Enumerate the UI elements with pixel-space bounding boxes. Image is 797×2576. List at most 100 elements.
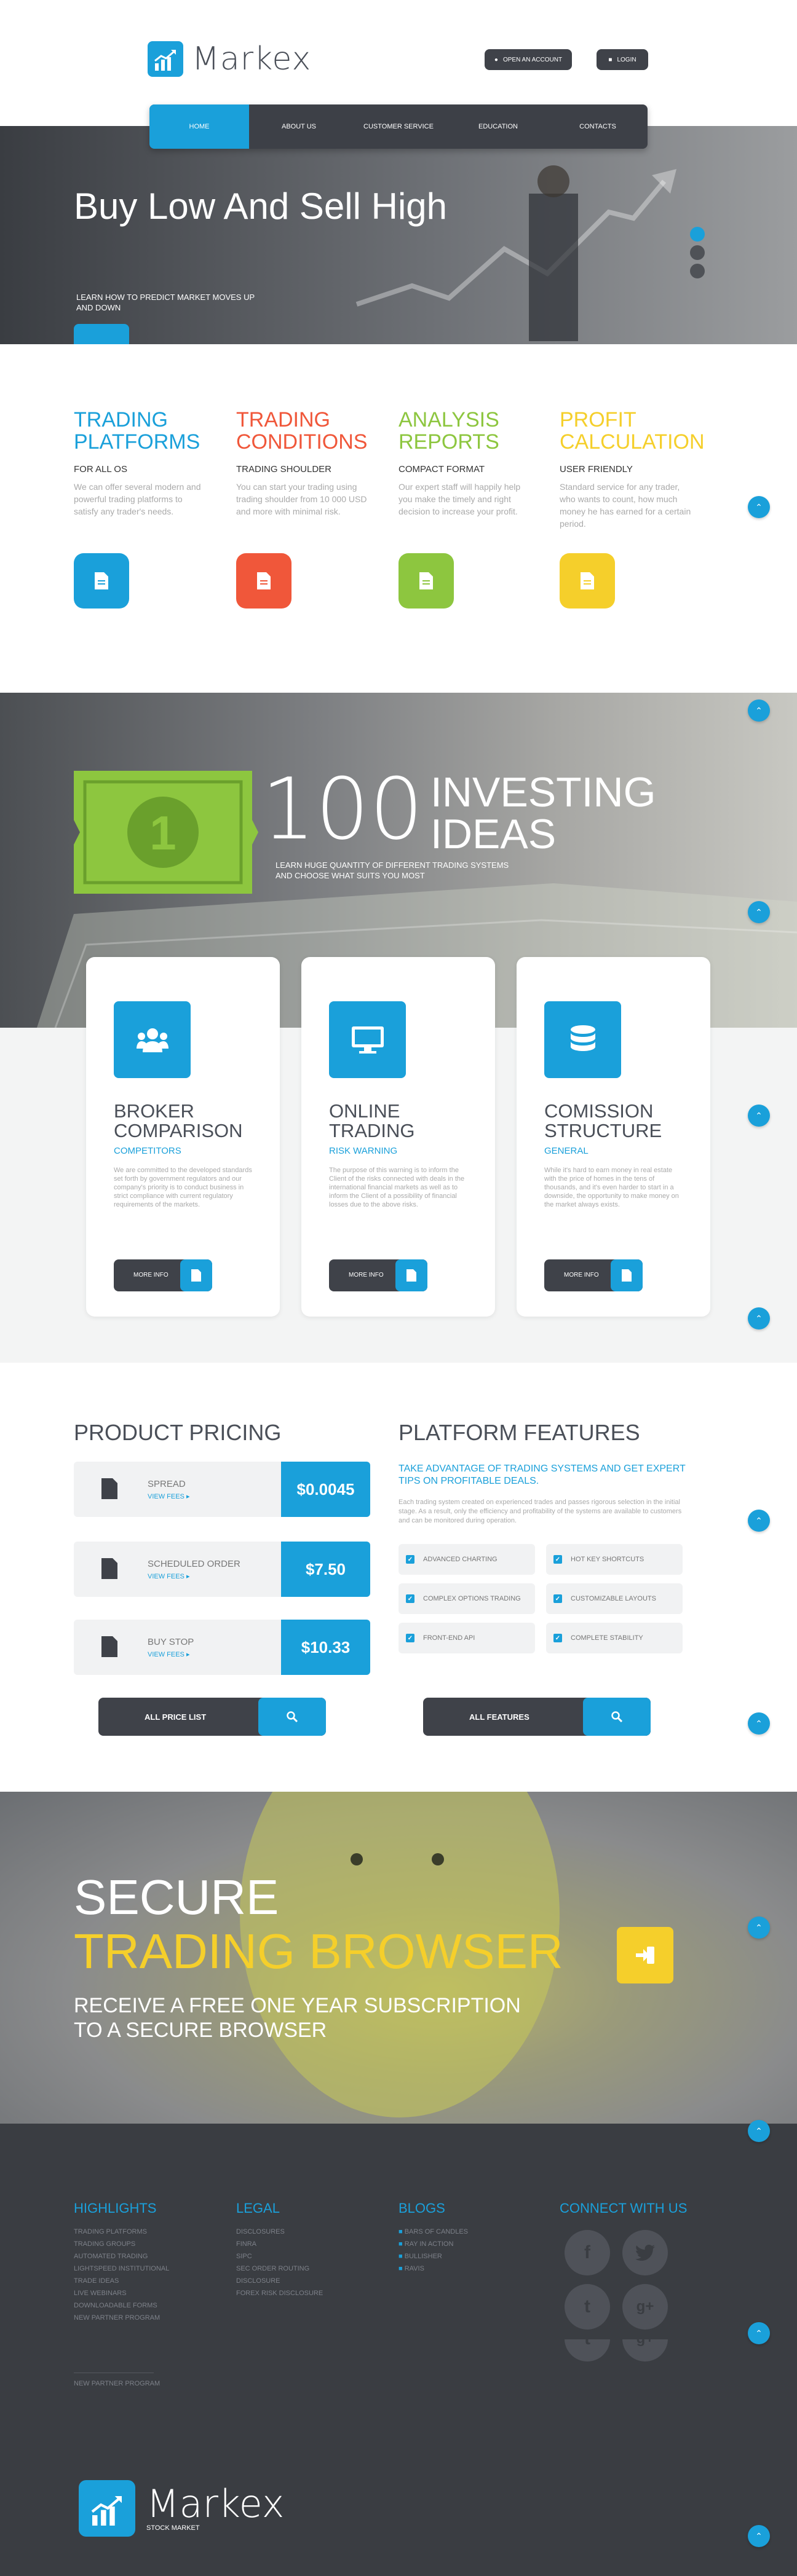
google-plus-icon[interactable]: g+	[622, 2284, 668, 2330]
footer-link[interactable]: AUTOMATED TRADING	[74, 2253, 148, 2260]
google-plus-icon[interactable]: g+	[622, 2339, 668, 2361]
more-info-button[interactable]: MORE INFO	[329, 1259, 427, 1291]
secure-browser-banner: SECURE TRADING BROWSER RECEIVE A FREE ON…	[0, 1792, 797, 2124]
footer-blog-label: RAVIS	[404, 2265, 424, 2272]
footer-blog-link[interactable]: ■ BULLISHER	[398, 2253, 442, 2260]
footer-link[interactable]: DISCLOSURE	[236, 2277, 280, 2285]
chevron-up-icon: ⌃	[755, 2328, 763, 2338]
open-account-button[interactable]: ● OPEN AN ACCOUNT	[485, 49, 572, 70]
login-button[interactable]: ■ LOGIN	[597, 49, 648, 70]
feature-title: TRADING PLATFORMS	[74, 408, 200, 454]
slider-dot-3[interactable]	[690, 264, 705, 278]
platform-title: PLATFORM FEATURES	[398, 1420, 640, 1445]
chevron-up-icon: ⌃	[755, 2125, 763, 2136]
more-info-label: MORE INFO	[133, 1272, 169, 1278]
more-info-button[interactable]: MORE INFO	[544, 1259, 643, 1291]
footer-blog-label: RAY IN ACTION	[404, 2240, 454, 2248]
card-title: COMISSION STRUCTURE	[544, 1100, 662, 1141]
hero-cta-button[interactable]	[74, 324, 129, 344]
scroll-top-button[interactable]: ⌃	[748, 1307, 770, 1329]
feature-trading-platforms: TRADING PLATFORMS FOR ALL OS We can offe…	[74, 409, 209, 518]
scroll-top-button[interactable]: ⌃	[748, 1105, 770, 1127]
footer-blog-link[interactable]: ■ BARS OF CANDLES	[398, 2228, 468, 2235]
tumblr-icon[interactable]: t	[565, 2284, 610, 2330]
footer-blog-link[interactable]: ■ RAY IN ACTION	[398, 2240, 453, 2248]
logo-text: Markex	[192, 41, 312, 77]
all-price-list-button[interactable]: ALL PRICE LIST	[98, 1698, 326, 1736]
scroll-top-button[interactable]: ⌃	[748, 2322, 770, 2344]
footer-link[interactable]: FINRA	[236, 2240, 256, 2248]
footer-link[interactable]: DISCLOSURES	[236, 2228, 285, 2235]
footer-link[interactable]: NEW PARTNER PROGRAM	[74, 2380, 160, 2387]
scroll-top-button[interactable]: ⌃	[748, 1510, 770, 1532]
price-row-spread: SPREAD VIEW FEES ▸ $0.0045	[74, 1462, 370, 1517]
view-fees-link[interactable]: VIEW FEES ▸	[148, 1572, 189, 1580]
footer-link[interactable]: FOREX RISK DISCLOSURE	[236, 2290, 323, 2297]
feature-button-platforms[interactable]	[74, 553, 129, 609]
scroll-top-button[interactable]: ⌃	[748, 699, 770, 722]
secure-subtitle: RECEIVE A FREE ONE YEAR SUBSCRIPTION TO …	[74, 1994, 521, 2042]
search-icon	[258, 1698, 326, 1736]
footer-link[interactable]: SIPC	[236, 2253, 252, 2260]
footer-link[interactable]: TRADING GROUPS	[74, 2240, 135, 2248]
more-info-button[interactable]: MORE INFO	[114, 1259, 212, 1291]
document-icon	[257, 572, 271, 589]
scroll-top-button[interactable]: ⌃	[748, 1712, 770, 1735]
footer-link[interactable]: NEW PARTNER PROGRAM	[74, 2314, 160, 2322]
document-icon	[395, 1259, 427, 1291]
card-subtitle: COMPETITORS	[114, 1146, 181, 1156]
feature-button-conditions[interactable]	[236, 553, 291, 609]
sign-in-button[interactable]	[617, 1927, 673, 1983]
scroll-top-button[interactable]: ⌃	[748, 901, 770, 923]
footer-link[interactable]: DOWNLOADABLE FORMS	[74, 2302, 157, 2309]
scroll-top-button[interactable]: ⌃	[748, 496, 770, 518]
footer-link[interactable]: TRADING PLATFORMS	[74, 2228, 147, 2235]
scroll-top-button[interactable]: ⌃	[748, 1916, 770, 1939]
chevron-up-icon: ⌃	[755, 705, 763, 715]
all-features-button[interactable]: ALL FEATURES	[423, 1698, 651, 1736]
feature-button-reports[interactable]	[398, 553, 454, 609]
view-fees-link[interactable]: VIEW FEES ▸	[148, 1492, 189, 1500]
tumblr-icon[interactable]: t	[565, 2339, 610, 2361]
nav-customer-service[interactable]: CUSTOMER SERVICE	[349, 104, 448, 149]
twitter-icon[interactable]	[622, 2230, 668, 2275]
feature-text: Standard service for any trader, who wan…	[560, 482, 691, 529]
footer-logo-name: Markex	[146, 2481, 285, 2526]
price-row-buy-stop: BUY STOP VIEW FEES ▸ $10.33	[74, 1620, 370, 1675]
nav-contacts[interactable]: CONTACTS	[548, 104, 648, 149]
footer-link[interactable]: LIGHTSPEED INSTITUTIONAL	[74, 2265, 169, 2272]
facebook-icon[interactable]: f	[565, 2230, 610, 2275]
footer-link[interactable]: SEC ORDER ROUTING	[236, 2265, 309, 2272]
feature-subtitle: TRADING SHOULDER	[236, 464, 332, 475]
lock-icon: ■	[608, 56, 613, 63]
secure-title-line1: SECURE	[74, 1870, 279, 1924]
footer-legal-title: LEGAL	[236, 2200, 280, 2216]
database-icon	[544, 1001, 621, 1078]
feature-title: PROFIT CALCULATION	[560, 408, 705, 454]
nav-home[interactable]: HOME	[149, 104, 249, 149]
view-fees-link[interactable]: VIEW FEES ▸	[148, 1650, 189, 1658]
footer-blog-link[interactable]: ■ RAVIS	[398, 2265, 424, 2272]
feature-check: ✓ COMPLETE STABILITY	[546, 1623, 683, 1653]
scroll-top-button[interactable]: ⌃	[748, 2525, 770, 2547]
nav-education[interactable]: EDUCATION	[448, 104, 548, 149]
dollar-bill-icon: 1	[74, 771, 258, 894]
feature-button-calculation[interactable]	[560, 553, 615, 609]
ideas-title-line1: INVESTING	[430, 769, 656, 816]
footer-link[interactable]: TRADE IDEAS	[74, 2277, 119, 2285]
footer-blog-label: BULLISHER	[404, 2253, 442, 2260]
more-info-label: MORE INFO	[349, 1272, 384, 1278]
check-icon: ✓	[406, 1555, 414, 1564]
feature-check-label: FRONT-END API	[423, 1634, 475, 1642]
scroll-top-button[interactable]: ⌃	[748, 2120, 770, 2142]
slider-dot-1[interactable]	[690, 227, 705, 242]
feature-check-label: COMPLEX OPTIONS TRADING	[423, 1595, 521, 1602]
card-broker-comparison: BROKER COMPARISON COMPETITORS We are com…	[86, 957, 280, 1317]
nav-about[interactable]: ABOUT US	[249, 104, 349, 149]
card-subtitle: RISK WARNING	[329, 1146, 398, 1156]
footer-logo[interactable]: Markex STOCK MARKET	[79, 2480, 284, 2537]
footer-logo-text: Markex STOCK MARKET	[146, 2485, 284, 2532]
footer-link[interactable]: LIVE WEBINARS	[74, 2290, 127, 2297]
logo[interactable]: Markex	[148, 41, 311, 77]
slider-dot-2[interactable]	[690, 245, 705, 260]
